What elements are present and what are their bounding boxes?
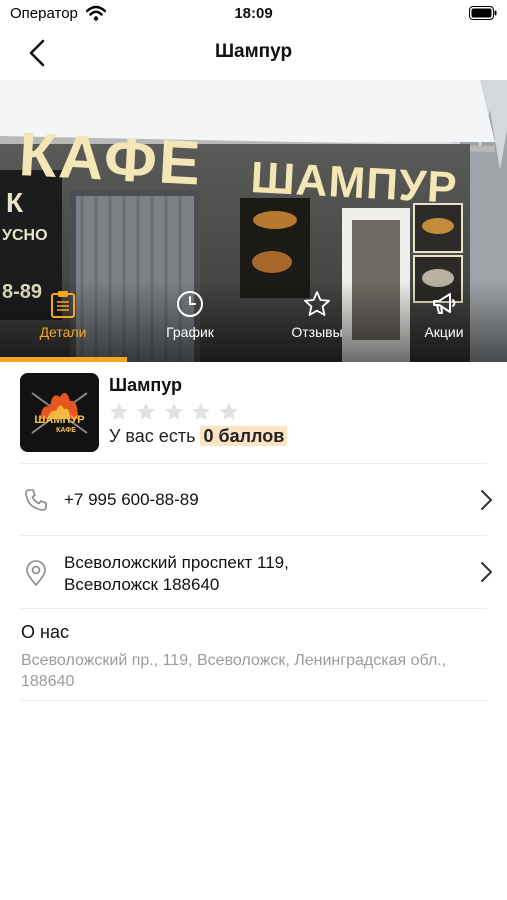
- tab-details[interactable]: Детали: [8, 290, 118, 360]
- svg-text:К: К: [6, 187, 24, 218]
- page-title: Шампур: [214, 41, 293, 62]
- star-icon: [304, 291, 330, 316]
- tab-details-label: Детали: [39, 324, 87, 340]
- svg-text:КАФЕ: КАФЕ: [17, 120, 204, 199]
- address-line-1: Всеволожский проспект 119,: [64, 553, 289, 572]
- shop-logo-image: ШАМПУР КАФЕ: [20, 373, 99, 452]
- logo-subtext: КАФЕ: [56, 427, 76, 434]
- star-icon: [164, 403, 183, 420]
- navigation-bar: Шампур: [0, 28, 507, 78]
- phone-number: +7 995 600-88-89: [64, 490, 199, 509]
- chevron-right-icon: [481, 490, 492, 510]
- tab-promotions[interactable]: Акции: [389, 290, 499, 360]
- divider: [20, 700, 487, 701]
- clock-icon: [177, 291, 203, 317]
- about-text: Всеволожский пр., 119, Всеволожск, Ленин…: [21, 652, 447, 690]
- address-text: Всеволожский проспект 119, Всеволожск 18…: [64, 552, 289, 596]
- address-row[interactable]: Всеволожский проспект 119, Всеволожск 18…: [0, 536, 507, 608]
- address-line-2: Всеволожск 188640: [64, 575, 220, 594]
- battery-icon: [469, 6, 497, 20]
- about-title: О нас: [21, 622, 69, 642]
- logo-text: ШАМПУР: [34, 414, 84, 426]
- phone-row[interactable]: +7 995 600-88-89: [0, 464, 507, 535]
- divider: [20, 608, 487, 609]
- points-balance: У вас есть 0 баллов: [109, 426, 288, 447]
- clipboard-icon: [51, 291, 75, 318]
- shop-name: Шампур: [109, 375, 183, 395]
- clock: 18:09: [234, 5, 273, 22]
- phone-icon: [25, 489, 47, 511]
- location-pin-icon: [26, 560, 46, 586]
- tab-reviews-label: Отзывы: [291, 324, 343, 340]
- active-tab-indicator: [0, 357, 127, 362]
- star-icon: [137, 403, 156, 420]
- star-icon: [192, 403, 211, 420]
- chevron-right-icon: [481, 562, 492, 582]
- star-icon: [219, 403, 238, 420]
- tab-schedule-label: График: [166, 324, 214, 340]
- shop-logo: ШАМПУР КАФЕ: [20, 373, 99, 452]
- tab-promotions-label: Акции: [424, 324, 464, 340]
- tab-reviews[interactable]: Отзывы: [262, 290, 372, 360]
- points-value: 0 баллов: [200, 426, 288, 446]
- tab-schedule[interactable]: График: [135, 290, 245, 360]
- star-icon: [110, 403, 128, 420]
- points-prefix: У вас есть: [109, 426, 196, 446]
- status-bar: Оператор 18:09: [0, 0, 507, 28]
- megaphone-icon: [433, 293, 456, 314]
- svg-text:УСНО: УСНО: [2, 227, 48, 244]
- hero-image: К УСНО 8-89 КАФЕ ШАМПУР Детали: [0, 80, 507, 362]
- rating-stars: [109, 402, 242, 422]
